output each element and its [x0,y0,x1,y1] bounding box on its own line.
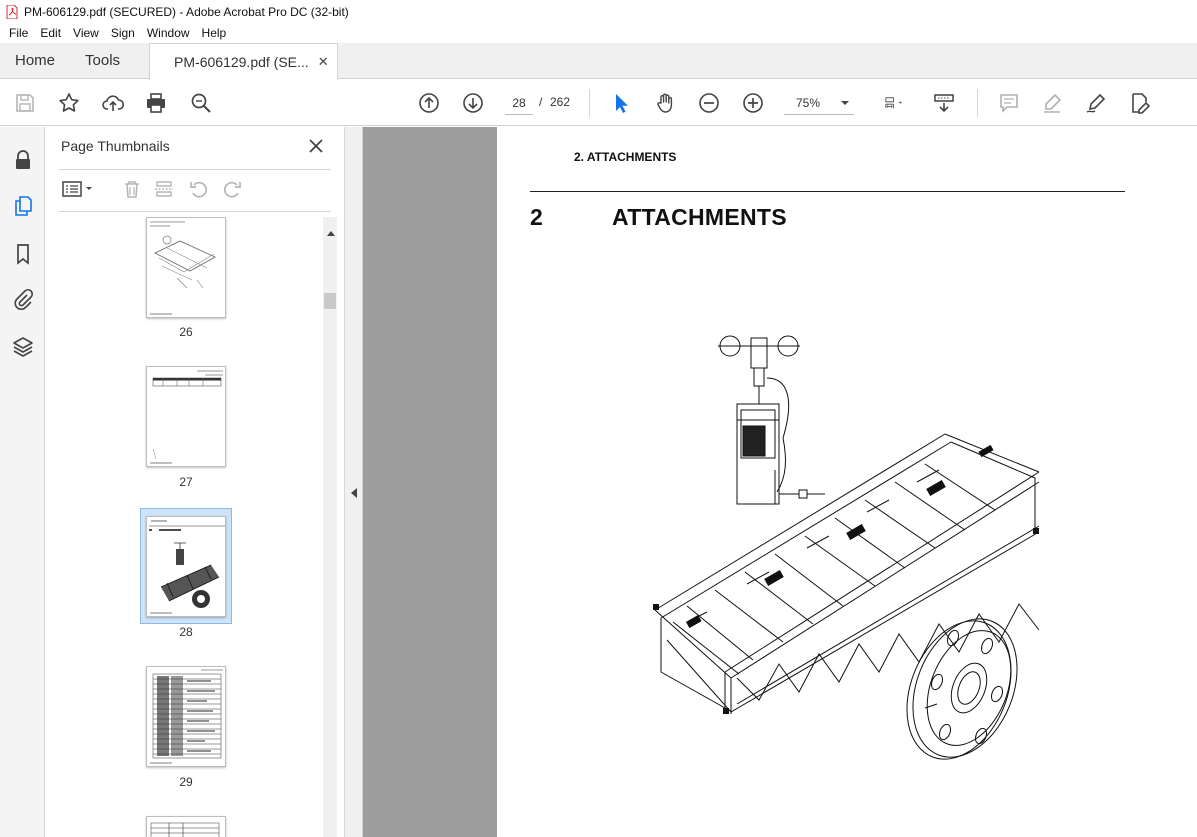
tab-home[interactable]: Home [0,43,70,78]
acrobat-pdf-icon [6,4,18,19]
document-page: 2. ATTACHMENTS 2 ATTACHMENTS [497,127,1197,837]
bookmark-star-icon[interactable] [57,91,81,115]
menu-help[interactable]: Help [196,26,233,40]
attachments-technical-drawing [653,335,1040,760]
rotate-clockwise-icon[interactable] [221,178,243,200]
thumbnail-page-29[interactable] [146,666,226,767]
thumbnail-scrollbar[interactable] [323,217,337,837]
next-page-icon[interactable] [461,91,485,115]
thumbnail-label: 27 [179,475,193,489]
divider [59,169,331,170]
total-pages: 262 [550,95,571,109]
insert-page-icon[interactable] [153,178,175,200]
rotate-counterclockwise-icon[interactable] [188,178,210,200]
save-icon[interactable] [13,91,37,115]
running-header: 2. ATTACHMENTS [574,150,677,164]
page-thumbnails-panel: Page Thumbnails 26 27 28 29 [45,127,345,837]
highlight-pen-icon[interactable] [1040,91,1064,115]
bookmarks-icon[interactable] [11,242,35,266]
scroll-mode-icon[interactable] [932,91,956,115]
menu-window[interactable]: Window [141,26,196,40]
menu-view[interactable]: View [67,26,105,40]
close-panel-icon[interactable] [305,135,327,157]
thumbnail-page-30[interactable] [146,816,226,837]
chevron-down-icon [840,97,850,111]
page-separator: / [539,95,543,109]
lock-icon[interactable] [11,148,35,172]
left-navigation-rail [0,127,45,837]
edit-pdf-icon[interactable] [1128,91,1152,115]
menu-edit[interactable]: Edit [34,26,67,40]
page-thumbnails-icon[interactable] [11,194,35,218]
tab-document-label: PM-606129.pdf (SE... [174,54,309,70]
thumbnail-label: 28 [179,625,193,639]
main-toolbar: / 262 75% [0,80,1197,126]
cloud-upload-icon[interactable] [101,91,125,115]
header-rule [530,191,1125,192]
toolbar-divider [977,89,978,117]
zoom-search-icon[interactable] [189,91,213,115]
zoom-level-value: 75% [796,95,821,110]
tab-document[interactable]: PM-606129.pdf (SE... ✕ [149,43,338,80]
menu-bar: File Edit View Sign Window Help [0,23,1197,43]
hand-tool-icon[interactable] [653,91,677,115]
page-number-input[interactable] [505,91,533,115]
window-title: PM-606129.pdf (SECURED) - Adobe Acrobat … [24,4,349,19]
section-number: 2 [530,204,543,230]
scrollbar-thumb[interactable] [324,293,336,309]
thumbnail-list: 26 27 28 29 [45,217,323,837]
print-icon[interactable] [144,91,168,115]
layers-icon[interactable] [11,335,35,359]
select-cursor-icon[interactable] [609,91,633,115]
scroll-up-icon[interactable] [327,225,335,239]
thumbnail-label: 26 [179,325,193,339]
delete-trash-icon[interactable] [121,178,143,200]
sign-pen-icon[interactable] [1084,91,1108,115]
section-title: ATTACHMENTS [612,204,787,230]
thumbnail-label: 29 [179,775,193,789]
thumbnail-options-icon[interactable] [61,178,97,200]
previous-page-icon[interactable] [417,91,441,115]
collapse-arrow-icon[interactable] [350,487,358,502]
toolbar-divider [589,89,590,117]
tab-bar: Home Tools PM-606129.pdf (SE... ✕ [0,43,1197,80]
menu-sign[interactable]: Sign [105,26,141,40]
thumbnail-page-27[interactable] [146,366,226,467]
tab-tools[interactable]: Tools [70,43,135,78]
document-canvas-background [345,127,497,837]
zoom-level-select[interactable]: 75% [784,91,854,115]
comment-icon[interactable] [997,91,1021,115]
attachment-paperclip-icon[interactable] [11,287,35,311]
zoom-in-icon[interactable] [741,91,765,115]
divider [59,211,331,212]
menu-file[interactable]: File [3,26,34,40]
title-bar: PM-606129.pdf (SECURED) - Adobe Acrobat … [0,0,1197,23]
zoom-out-icon[interactable] [697,91,721,115]
thumbnail-page-28[interactable] [146,516,226,617]
panel-title: Page Thumbnails [61,138,170,154]
page-fit-icon[interactable] [874,91,914,115]
close-tab-icon[interactable]: ✕ [318,54,329,70]
panel-collapse-handle[interactable] [345,127,363,837]
thumbnail-page-26[interactable] [146,217,226,318]
